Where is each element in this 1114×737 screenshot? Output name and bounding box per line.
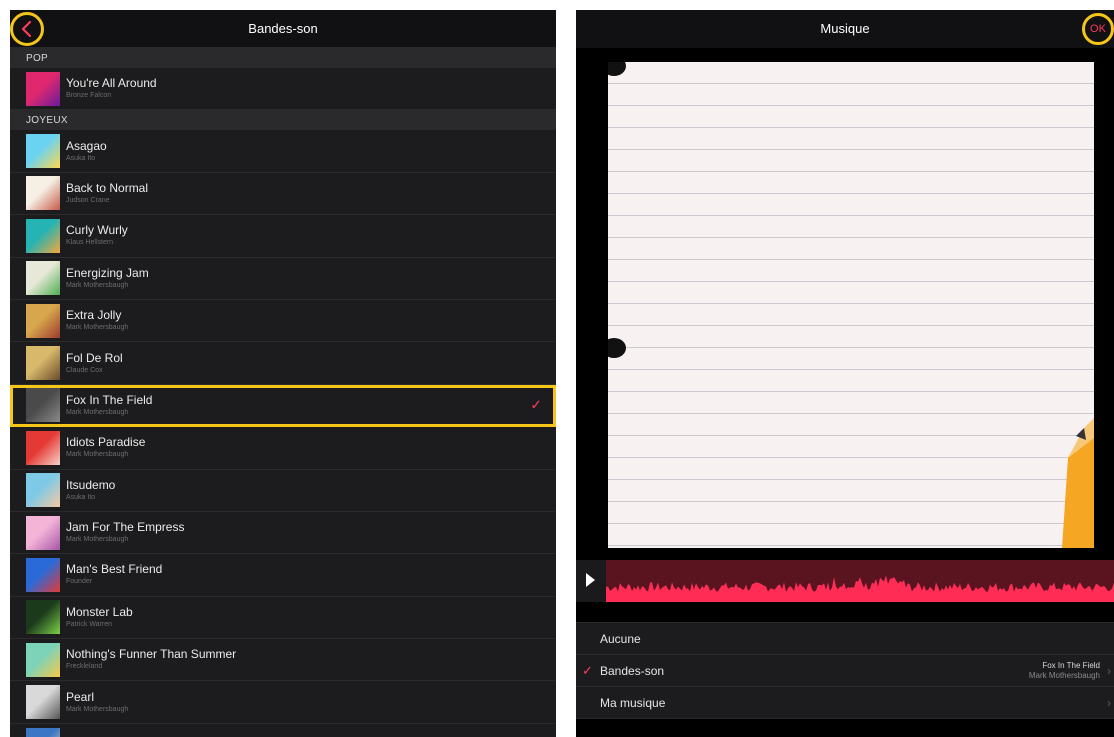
track-row[interactable]: Jam For The Empress Mark Mothersbaugh bbox=[10, 512, 556, 555]
track-row[interactable]: Itsudemo Asuka Ito bbox=[10, 470, 556, 512]
play-icon[interactable] bbox=[586, 573, 595, 587]
album-art-thumbnail bbox=[26, 600, 60, 635]
music-options-list: Aucune ✓ Bandes-son Fox In The Field Mark Mo… bbox=[576, 622, 1114, 719]
album-art-thumbnail bbox=[26, 430, 60, 465]
music-option-aucune[interactable]: Aucune bbox=[576, 623, 1114, 655]
notebook-paper-image bbox=[608, 62, 1094, 548]
track-row[interactable]: Nothing's Funner Than Summer Freckleland bbox=[10, 639, 556, 682]
album-art-thumbnail bbox=[26, 71, 60, 106]
track-row[interactable]: Back to Normal Judson Crane bbox=[10, 173, 556, 216]
nav-bar: Bandes-son bbox=[10, 10, 556, 48]
checkmark-icon: ✓ bbox=[530, 396, 542, 413]
music-option-ma-musique[interactable]: Ma musique › bbox=[576, 687, 1114, 719]
track-row[interactable]: Pearl Mark Mothersbaugh bbox=[10, 681, 556, 724]
track-artist: Freckleland bbox=[66, 663, 103, 671]
album-art-thumbnail bbox=[26, 388, 60, 423]
track-row[interactable]: Energizing Jam Mark Mothersbaugh bbox=[10, 258, 556, 300]
album-art-thumbnail bbox=[26, 134, 60, 169]
track-artist: Mark Mothersbaugh bbox=[66, 451, 129, 459]
section-header: JOYEUX bbox=[10, 110, 556, 131]
track-title: Nothing's Funner Than Summer bbox=[66, 647, 237, 662]
album-art-thumbnail bbox=[26, 346, 60, 381]
album-art-thumbnail bbox=[26, 218, 60, 253]
track-artist: Founder bbox=[66, 578, 93, 586]
track-title: You're All Around bbox=[66, 76, 157, 91]
track-artist: Asuka Ito bbox=[66, 493, 96, 501]
track-title: Extra Jolly bbox=[66, 308, 122, 323]
track-artist: Claude Cox bbox=[66, 366, 103, 374]
track-title: Man's Best Friend bbox=[66, 562, 163, 577]
track-title: Monster Lab bbox=[66, 604, 133, 619]
track-artist: Mark Mothersbaugh bbox=[66, 536, 129, 544]
track-title: Asagao bbox=[66, 138, 107, 153]
album-art-thumbnail bbox=[26, 176, 60, 211]
checkmark-icon: ✓ bbox=[582, 662, 593, 678]
track-row[interactable]: You're All Around Bronze Falcon bbox=[10, 68, 556, 111]
ok-button[interactable]: OK bbox=[1082, 13, 1114, 45]
pencil-image bbox=[1062, 418, 1094, 548]
track-row[interactable]: Curly Wurly Klaus Hellstern bbox=[10, 215, 556, 258]
track-artist: Mark Mothersbaugh bbox=[66, 408, 129, 416]
album-art-thumbnail bbox=[26, 515, 60, 550]
track-row[interactable]: Fol De Rol Claude Cox bbox=[10, 342, 556, 385]
option-label: Aucune bbox=[600, 631, 641, 646]
section-header: POP bbox=[10, 48, 556, 68]
track-row[interactable]: Idiots Paradise Mark Mothersbaugh bbox=[10, 427, 556, 470]
option-label: Bandes-son bbox=[600, 663, 665, 678]
track-artist: Mark Mothersbaugh bbox=[66, 324, 129, 332]
track-title: Idiots Paradise bbox=[66, 435, 146, 450]
track-artist: Judson Crane bbox=[66, 196, 110, 204]
page-title: Musique bbox=[820, 21, 870, 36]
track-row[interactable]: Asagao Asuka Ito bbox=[10, 130, 556, 173]
album-art-thumbnail bbox=[26, 727, 60, 737]
selected-track-title: Fox In The Field bbox=[1042, 661, 1100, 670]
track-title: Pearl bbox=[66, 689, 95, 704]
track-title: Fol De Rol bbox=[66, 350, 123, 365]
album-art-thumbnail bbox=[26, 303, 60, 338]
album-art-thumbnail bbox=[26, 261, 60, 296]
track-artist: Mark Mothersbaugh bbox=[66, 705, 129, 713]
track-row[interactable]: Fox In The Field Mark Mothersbaugh ✓ bbox=[10, 384, 556, 428]
album-art-thumbnail bbox=[26, 685, 60, 720]
track-title: Curly Wurly bbox=[66, 223, 128, 238]
music-panel: Musique OK Aucune ✓ Bandes-son Fox In The F… bbox=[576, 10, 1114, 737]
track-artist: Asuka Ito bbox=[66, 154, 96, 162]
selected-track-artist: Mark Mothersbaugh bbox=[1028, 671, 1100, 680]
track-artist: Mark Mothersbaugh bbox=[66, 281, 129, 289]
album-art-thumbnail bbox=[26, 473, 60, 508]
chevron-right-icon: › bbox=[1107, 695, 1111, 710]
album-art-thumbnail bbox=[26, 557, 60, 592]
selected-track-detail: Fox In The Field Mark Mothersbaugh bbox=[1029, 661, 1100, 681]
nav-bar: Musique OK bbox=[576, 10, 1114, 48]
chevron-right-icon: › bbox=[1107, 663, 1111, 678]
video-preview[interactable] bbox=[576, 48, 1114, 560]
option-label: Ma musique bbox=[600, 695, 666, 710]
album-art-thumbnail bbox=[26, 642, 60, 677]
track-row[interactable]: Extra Jolly Mark Mothersbaugh bbox=[10, 300, 556, 343]
track-artist: Klaus Hellstern bbox=[66, 239, 114, 247]
soundtrack-list-panel: Bandes-son POP You're All Around Bronze Fa… bbox=[10, 10, 556, 737]
page-title: Bandes-son bbox=[248, 21, 318, 36]
track-title: Back to Normal bbox=[66, 180, 149, 195]
waveform[interactable] bbox=[606, 560, 1114, 602]
track-row[interactable]: Refreshing Pint bbox=[10, 724, 556, 737]
paper-lines bbox=[608, 62, 1094, 548]
audio-timeline[interactable] bbox=[576, 560, 1114, 602]
soundtrack-list: POP You're All Around Bronze Falcon JOYEUX A… bbox=[10, 48, 556, 737]
track-title: Energizing Jam bbox=[66, 265, 149, 280]
track-row[interactable]: Monster Lab Patrick Warren bbox=[10, 597, 556, 640]
music-option-bandes-son[interactable]: ✓ Bandes-son Fox In The Field Mark Mothersb… bbox=[576, 655, 1114, 687]
track-title: Itsudemo bbox=[66, 477, 116, 492]
track-row[interactable]: Man's Best Friend Founder bbox=[10, 554, 556, 597]
track-artist: Patrick Warren bbox=[66, 620, 113, 628]
track-title: Jam For The Empress bbox=[66, 520, 185, 535]
track-artist: Bronze Falcon bbox=[66, 92, 112, 100]
track-title: Fox In The Field bbox=[66, 392, 153, 407]
